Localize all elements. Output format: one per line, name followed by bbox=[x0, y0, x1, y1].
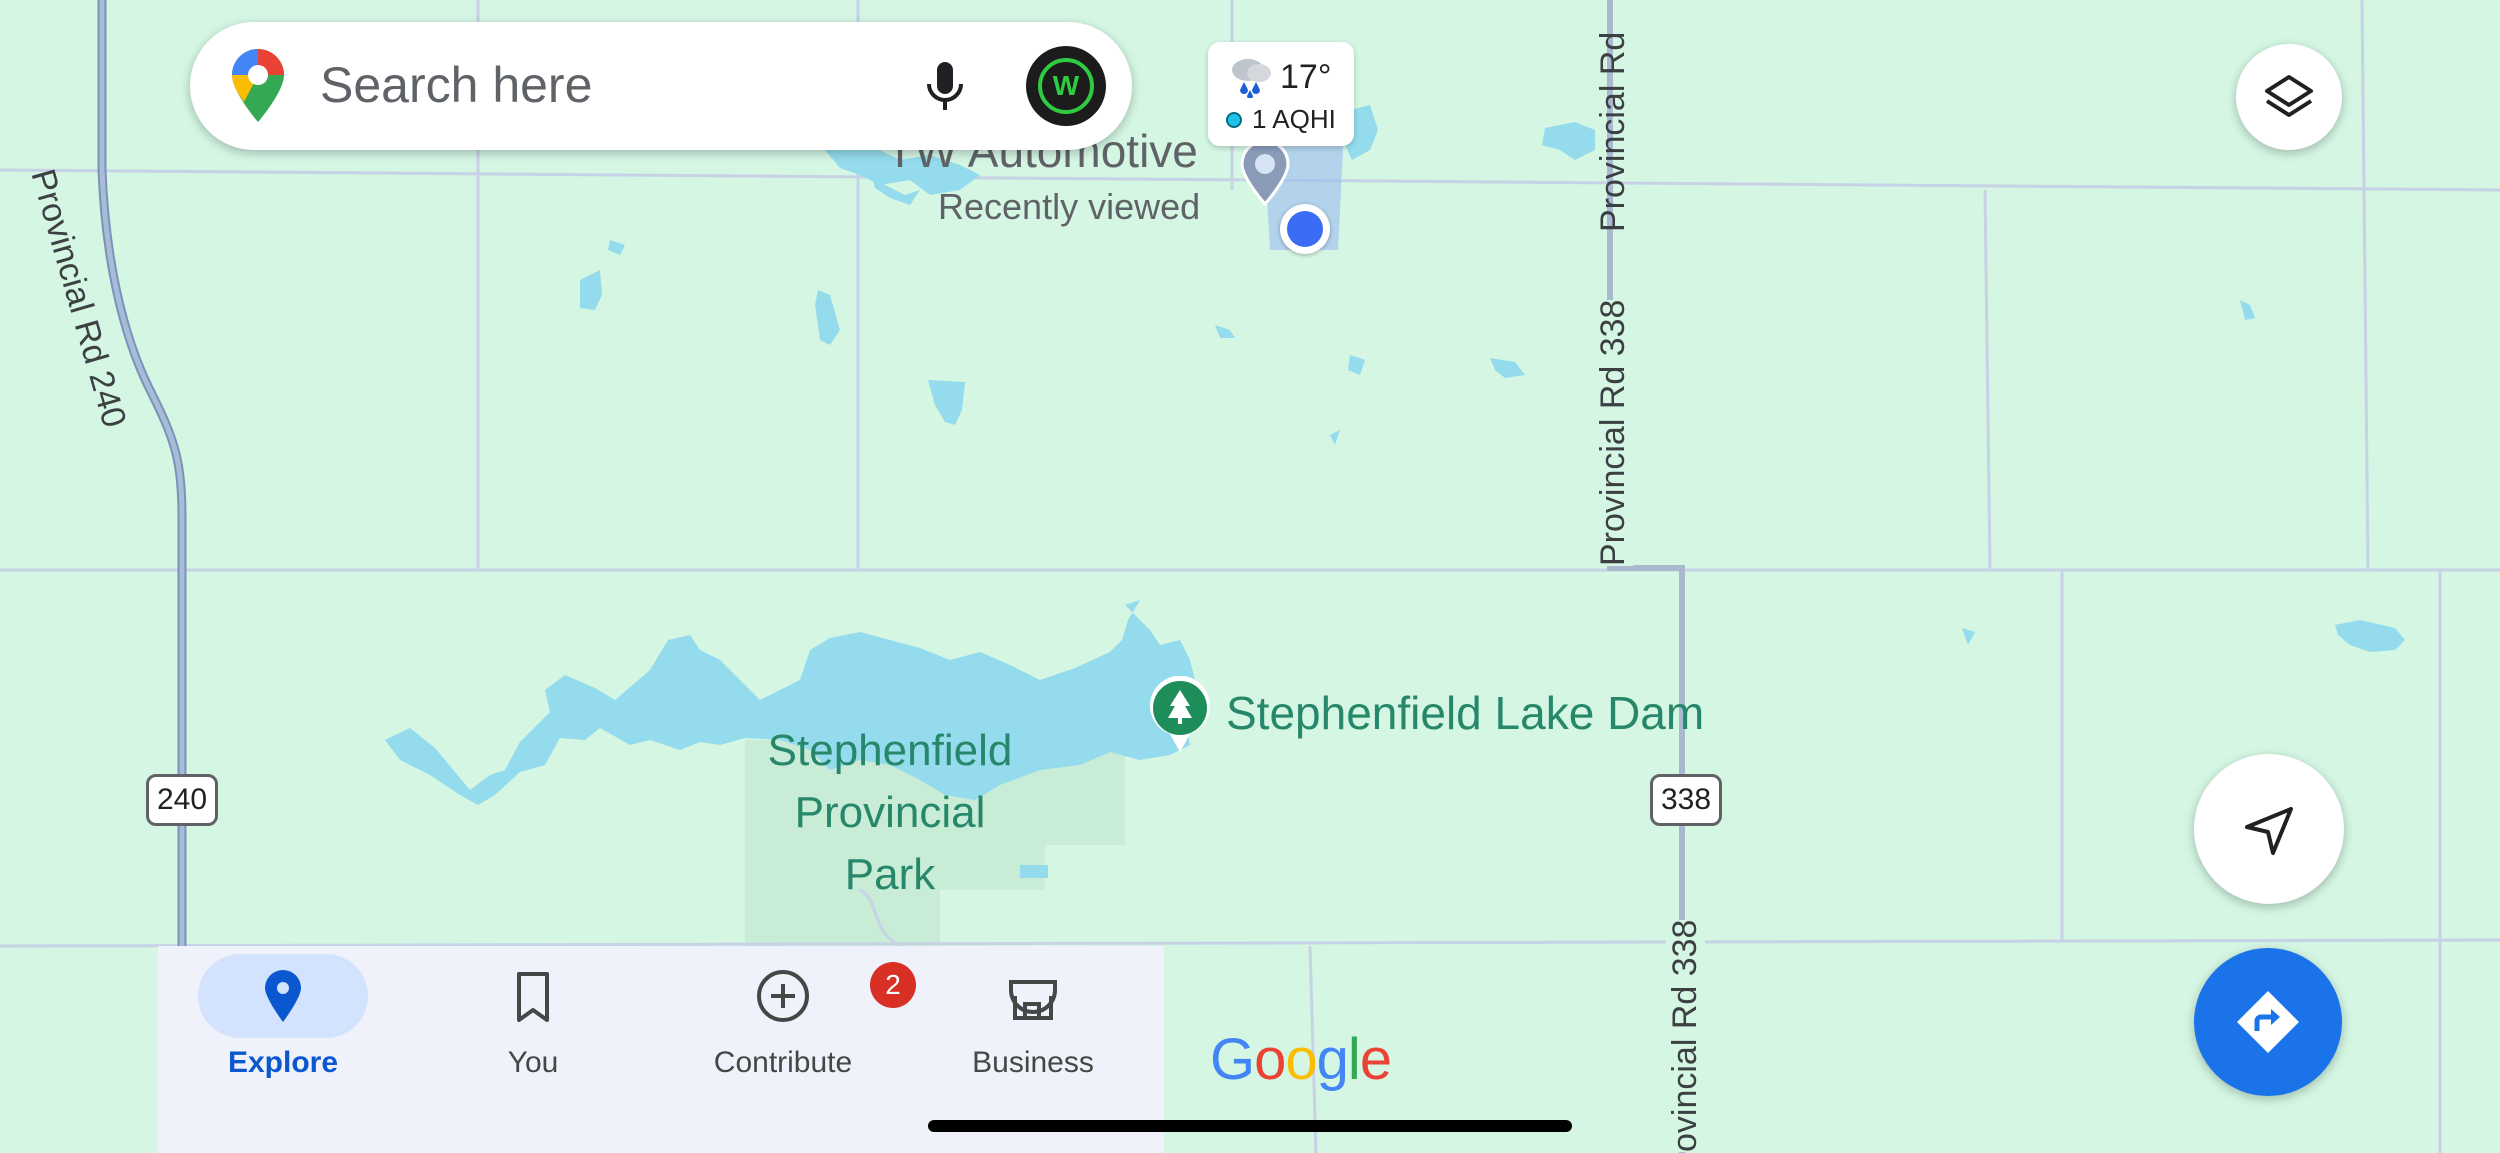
air-quality-index: 1 AQHI bbox=[1252, 104, 1336, 134]
nav-explore-label: Explore bbox=[227, 1046, 339, 1079]
dam-marker[interactable] bbox=[1148, 675, 1212, 754]
layers-icon bbox=[2265, 75, 2313, 117]
route-shield-338: 338 bbox=[1650, 774, 1722, 826]
nav-contribute-label: Contribute bbox=[713, 1046, 853, 1079]
rain-cloud-icon bbox=[1232, 59, 1271, 98]
park-label-line1: Stephenfield bbox=[767, 726, 1013, 775]
storefront-icon bbox=[1009, 980, 1057, 1020]
road-label-338-top: Provincial Rd bbox=[1594, 31, 1632, 232]
road-label-338-bottom: ovincial Rd 338 bbox=[1666, 919, 1705, 1152]
navigation-arrow-icon bbox=[2245, 807, 2293, 855]
nav-you[interactable]: You bbox=[408, 946, 658, 1153]
recent-place-marker[interactable] bbox=[1240, 139, 1290, 207]
road-label-338-mid: Provincial Rd 338 bbox=[1594, 299, 1633, 566]
nav-explore[interactable]: Explore bbox=[158, 946, 408, 1153]
microphone-icon[interactable] bbox=[910, 52, 980, 122]
search-input[interactable]: Search here bbox=[320, 56, 592, 114]
map-pin-icon bbox=[1240, 139, 1290, 207]
place-sublabel-recently-viewed: Recently viewed bbox=[938, 186, 1201, 227]
my-location-button[interactable] bbox=[2194, 754, 2344, 904]
bookmark-icon bbox=[517, 972, 549, 1022]
home-indicator[interactable] bbox=[928, 1120, 1572, 1132]
park-label[interactable]: Stephenfield Provincial Park bbox=[700, 720, 1080, 906]
nav-business-label: Business bbox=[972, 1046, 1094, 1079]
nav-you-label: You bbox=[507, 1046, 559, 1079]
park-label-line2: Provincial bbox=[794, 788, 986, 837]
account-avatar[interactable]: W bbox=[1026, 46, 1106, 126]
route-shield-240: 240 bbox=[146, 774, 218, 826]
google-maps-logo-icon bbox=[232, 49, 284, 122]
search-bar[interactable]: Search here W bbox=[190, 22, 1132, 150]
business-notification-badge: 2 bbox=[870, 962, 916, 1008]
dam-label[interactable]: Stephenfield Lake Dam bbox=[1226, 686, 1704, 740]
air-quality-dot-icon bbox=[1226, 112, 1242, 128]
layers-button[interactable] bbox=[2236, 44, 2342, 150]
avatar-initial-icon: W bbox=[1038, 58, 1094, 114]
current-location-dot bbox=[1280, 204, 1330, 254]
park-label-line3: Park bbox=[844, 850, 936, 899]
pin-icon bbox=[265, 970, 301, 1022]
directions-icon bbox=[2237, 991, 2299, 1053]
tree-pin-icon bbox=[1150, 675, 1210, 752]
add-circle-icon bbox=[757, 970, 809, 1022]
google-logo: Google bbox=[1210, 1027, 1392, 1092]
weather-temperature: 17° bbox=[1280, 58, 1332, 96]
directions-button[interactable] bbox=[2194, 948, 2342, 1096]
weather-chip[interactable]: 17° 1 AQHI bbox=[1208, 42, 1354, 146]
